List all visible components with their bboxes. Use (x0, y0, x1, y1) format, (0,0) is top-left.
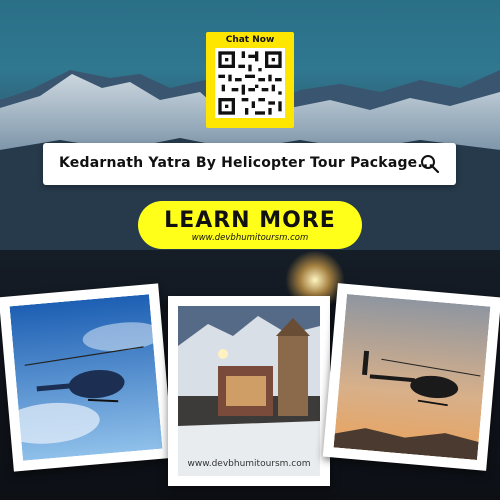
qr-code[interactable] (215, 48, 285, 118)
qr-code-icon (215, 48, 285, 118)
photo-helicopter-sunset (322, 283, 500, 471)
photo-caption-url: www.devbhumitoursm.com (187, 459, 311, 469)
helicopter-sky-image (9, 294, 163, 461)
search-text: Kedarnath Yatra By Helicopter Tour Packa… (59, 155, 434, 171)
photo-kedarnath-temple (168, 296, 330, 486)
photo-helicopter-sky (0, 283, 174, 472)
helicopter-sunset-image (333, 294, 491, 460)
learn-more-label: LEARN MORE (164, 208, 336, 233)
qr-title: Chat Now (225, 35, 275, 45)
kedarnath-temple-image (178, 306, 320, 476)
learn-more-button[interactable]: LEARN MORE www.devbhumitoursm.com (138, 201, 362, 249)
qr-card[interactable]: Chat Now (206, 32, 294, 128)
cta-website-url: www.devbhumitoursm.com (191, 233, 309, 243)
search-bar[interactable]: Kedarnath Yatra By Helicopter Tour Packa… (43, 143, 456, 185)
search-icon[interactable] (420, 154, 440, 174)
